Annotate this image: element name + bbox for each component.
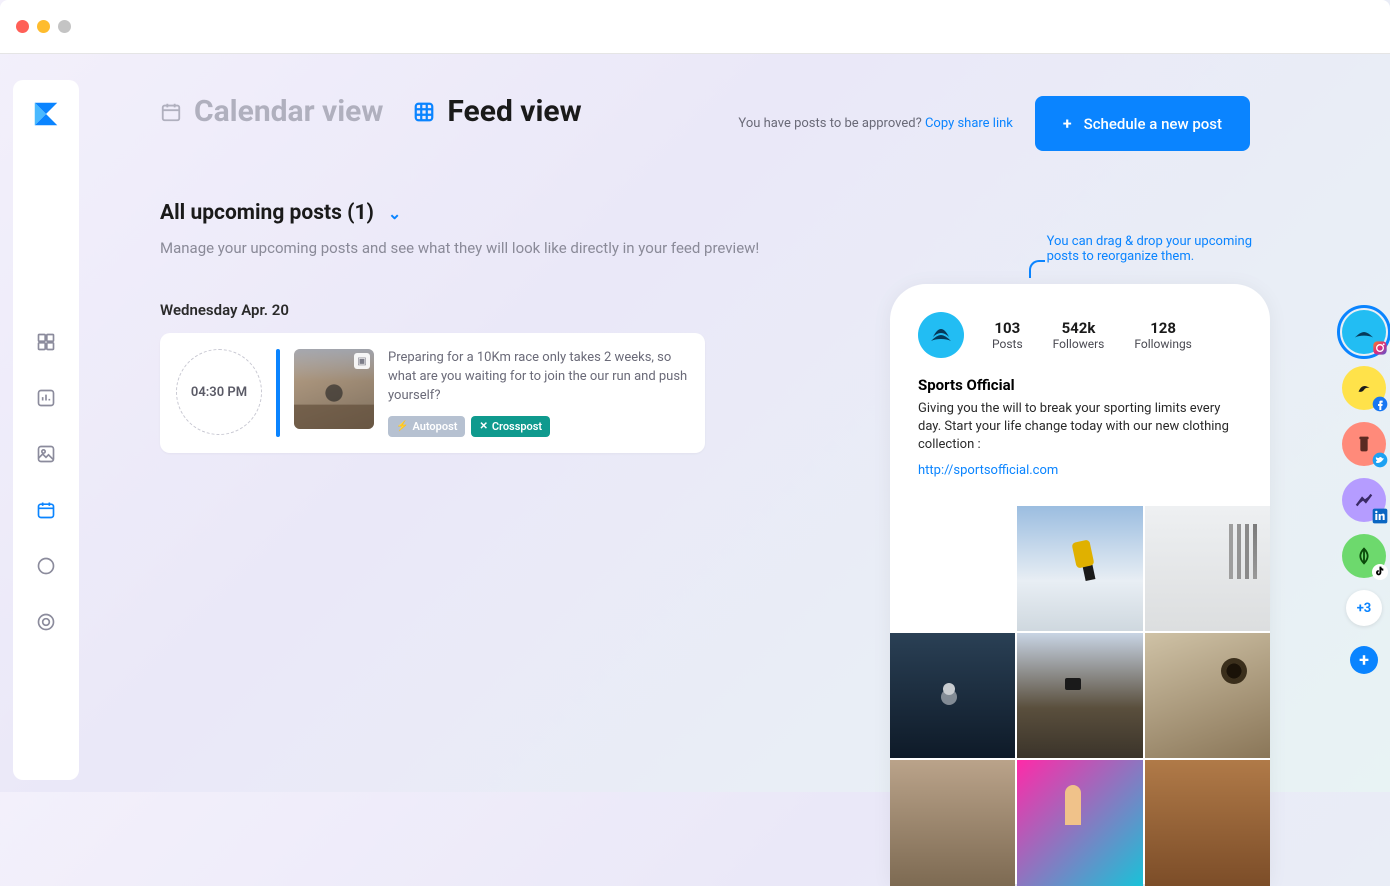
feed-cell[interactable] xyxy=(890,633,1015,758)
tag-crosspost: ✕Crosspost xyxy=(471,416,550,437)
nav-dashboard-icon[interactable] xyxy=(34,330,58,354)
profile-stats: 103 Posts 542k Followers 128 Followings xyxy=(992,319,1192,351)
account-tiktok[interactable] xyxy=(1342,534,1386,578)
feed-cell[interactable] xyxy=(1017,506,1142,631)
linkedin-badge-icon xyxy=(1372,508,1388,524)
drag-drop-hint: You can drag & drop your upcoming posts … xyxy=(1047,234,1252,264)
post-text: Preparing for a 10Km race only takes 2 w… xyxy=(388,349,689,406)
tag-autopost: ⚡Autopost xyxy=(388,416,465,437)
section-title-label: All upcoming posts (1) xyxy=(160,201,374,225)
header-actions: You have posts to be approved? Copy shar… xyxy=(738,96,1250,151)
account-twitter[interactable] xyxy=(1342,422,1386,466)
upcoming-posts-dropdown[interactable]: All upcoming posts (1) ⌄ xyxy=(160,201,1250,225)
post-accent-bar xyxy=(276,349,280,437)
post-time-pill: 04:30 PM xyxy=(176,349,262,435)
stat-posts: 103 Posts xyxy=(992,319,1023,351)
feed-cell[interactable] xyxy=(1017,760,1142,885)
feed-cell[interactable] xyxy=(1145,633,1270,758)
feed-cell[interactable] xyxy=(1145,506,1270,631)
bolt-icon: ⚡ xyxy=(396,421,408,432)
carousel-icon: ▣ xyxy=(354,353,370,369)
scheduled-post-card[interactable]: 04:30 PM ▣ Preparing for a 10Km race onl… xyxy=(160,333,705,453)
post-thumbnail: ▣ xyxy=(294,349,374,429)
add-account-button[interactable]: + xyxy=(1350,646,1378,674)
nav-chat-icon[interactable] xyxy=(34,554,58,578)
copy-share-link[interactable]: Copy share link xyxy=(925,116,1013,131)
schedule-button-label: Schedule a new post xyxy=(1084,115,1222,133)
account-instagram[interactable] xyxy=(1342,310,1386,354)
profile-name: Sports Official xyxy=(918,376,1242,394)
post-body: Preparing for a 10Km race only takes 2 w… xyxy=(388,349,689,437)
tab-calendar-view[interactable]: Calendar view xyxy=(160,94,383,129)
approve-prompt: You have posts to be approved? Copy shar… xyxy=(738,116,1012,131)
instagram-badge-icon xyxy=(1372,340,1388,356)
feed-cell[interactable] xyxy=(1145,760,1270,885)
feed-cell[interactable] xyxy=(1017,633,1142,758)
twitter-badge-icon xyxy=(1372,452,1388,468)
profile-link[interactable]: http://sportsofficial.com xyxy=(918,463,1058,478)
sidebar xyxy=(13,80,79,780)
stat-followings: 128 Followings xyxy=(1134,319,1192,351)
nav-analytics-icon[interactable] xyxy=(34,386,58,410)
schedule-new-post-button[interactable]: + Schedule a new post xyxy=(1035,96,1250,151)
close-window-icon[interactable] xyxy=(16,20,29,33)
app-logo[interactable] xyxy=(30,98,62,130)
main-content: Calendar view Feed view You have posts t… xyxy=(160,94,1250,792)
chevron-down-icon: ⌄ xyxy=(388,204,401,223)
shuffle-icon: ✕ xyxy=(479,421,487,432)
window-titlebar xyxy=(0,0,1390,54)
post-tags: ⚡Autopost ✕Crosspost xyxy=(388,416,689,437)
account-facebook[interactable] xyxy=(1342,366,1386,410)
profile-bio: Giving you the will to break your sporti… xyxy=(918,400,1242,455)
nav-settings-icon[interactable] xyxy=(34,610,58,634)
nav-media-icon[interactable] xyxy=(34,442,58,466)
feed-grid xyxy=(890,506,1270,886)
approve-text: You have posts to be approved? xyxy=(738,116,925,131)
maximize-window-icon[interactable] xyxy=(58,20,71,33)
nav-scheduler-icon[interactable] xyxy=(34,498,58,522)
feed-cell[interactable] xyxy=(890,760,1015,885)
tab-calendar-label: Calendar view xyxy=(194,94,383,129)
facebook-badge-icon xyxy=(1372,396,1388,412)
profile-header: 103 Posts 542k Followers 128 Followings xyxy=(918,312,1242,358)
feed-preview-phone: 103 Posts 542k Followers 128 Followings … xyxy=(890,284,1270,884)
plus-icon: + xyxy=(1063,114,1072,133)
stat-followers: 542k Followers xyxy=(1053,319,1105,351)
tiktok-badge-icon xyxy=(1372,564,1388,580)
more-accounts-button[interactable]: +3 xyxy=(1346,590,1382,626)
tab-feed-view[interactable]: Feed view xyxy=(413,94,581,129)
account-linkedin[interactable] xyxy=(1342,478,1386,522)
account-switcher: +3 + xyxy=(1342,310,1386,674)
curve-arrow-icon xyxy=(1029,260,1045,278)
profile-avatar xyxy=(918,312,964,358)
minimize-window-icon[interactable] xyxy=(37,20,50,33)
tab-feed-label: Feed view xyxy=(447,94,581,129)
